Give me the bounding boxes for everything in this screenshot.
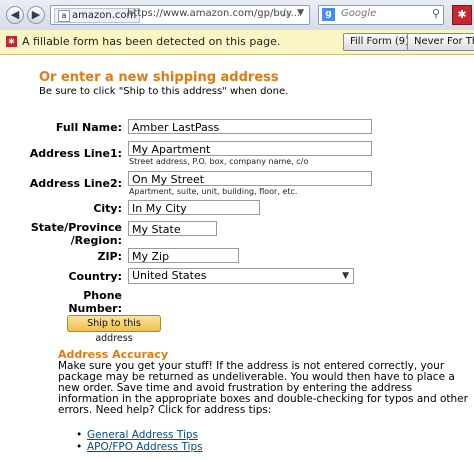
lastpass-extension-icon[interactable]: ✱ — [452, 5, 472, 25]
form-fill-notification-bar: ✱ A fillable form has been detected on t… — [0, 30, 474, 55]
apo-fpo-address-tips-link[interactable]: APO/FPO Address Tips — [76, 441, 203, 453]
browser-toolbar: ◀ ▶ a amazon.com https://www.amazon.com/g… — [0, 0, 474, 31]
arrow-left-icon: ◀ — [10, 8, 20, 21]
address-line2-label: Address Line2: — [29, 177, 122, 190]
address-line2-field[interactable]: On My Street — [128, 171, 372, 186]
never-for-this-button[interactable]: Never For This — [407, 33, 474, 51]
country-label: Country: — [68, 270, 122, 283]
city-field[interactable]: In My City — [128, 200, 260, 215]
address-line1-hint: Street address, P.O. box, company name, … — [129, 157, 309, 166]
lastpass-icon: ✱ — [6, 36, 17, 47]
state-label-line1: State/Province — [30, 221, 122, 234]
amazon-favicon-icon: a — [58, 10, 70, 22]
page-title: Or enter a new shipping address — [39, 70, 279, 85]
bookmark-star-icon[interactable]: ☆ — [279, 6, 291, 21]
chevron-down-icon: ▼ — [342, 271, 349, 281]
arrow-right-icon: ▶ — [31, 8, 41, 21]
phone-label-line2: Number: — [68, 302, 122, 315]
forward-button[interactable]: ▶ — [27, 6, 45, 24]
fill-form-button[interactable]: Fill Form (9) — [343, 33, 417, 51]
address-bar[interactable]: a amazon.com https://www.amazon.com/gp/bu… — [50, 5, 310, 25]
full-name-label: Full Name: — [55, 121, 122, 134]
country-select[interactable]: United States ▼ — [128, 268, 354, 284]
zip-label: ZIP: — [97, 250, 122, 263]
google-icon[interactable]: g — [322, 8, 335, 21]
full-name-field[interactable]: Amber LastPass — [128, 119, 372, 134]
page-content: Or enter a new shipping address Be sure … — [0, 55, 474, 460]
search-icon[interactable]: ⚲ — [432, 7, 440, 20]
address-tips-list: General Address Tips APO/FPO Address Tip… — [76, 429, 203, 453]
url-text: https://www.amazon.com/gp/buy... — [127, 8, 301, 19]
address-line1-label: Address Line1: — [29, 147, 122, 160]
address-line1-field[interactable]: My Apartment — [128, 141, 372, 156]
country-select-value: United States — [132, 269, 207, 282]
state-field[interactable]: My State — [128, 221, 217, 236]
phone-label-line1: Phone — [83, 289, 122, 302]
ship-to-this-address-button[interactable]: Ship to this address — [67, 315, 161, 344]
address-line2-hint: Apartment, suite, unit, building, floor,… — [129, 187, 298, 196]
notification-text: A fillable form has been detected on thi… — [22, 35, 281, 48]
search-box[interactable]: g Google ⚲ — [318, 5, 444, 25]
zip-field[interactable]: My Zip — [128, 248, 239, 263]
url-dropdown-icon[interactable]: ▼ — [297, 8, 304, 18]
page-subtitle: Be sure to click "Ship to this address" … — [39, 86, 289, 97]
back-button[interactable]: ◀ — [6, 6, 24, 24]
state-label-line2: /Region: — [70, 234, 122, 247]
search-placeholder: Google — [341, 8, 377, 19]
general-address-tips-link[interactable]: General Address Tips — [76, 429, 203, 441]
city-label: City: — [93, 202, 122, 215]
address-accuracy-text: Make sure you get your stuff! If the add… — [58, 360, 468, 416]
